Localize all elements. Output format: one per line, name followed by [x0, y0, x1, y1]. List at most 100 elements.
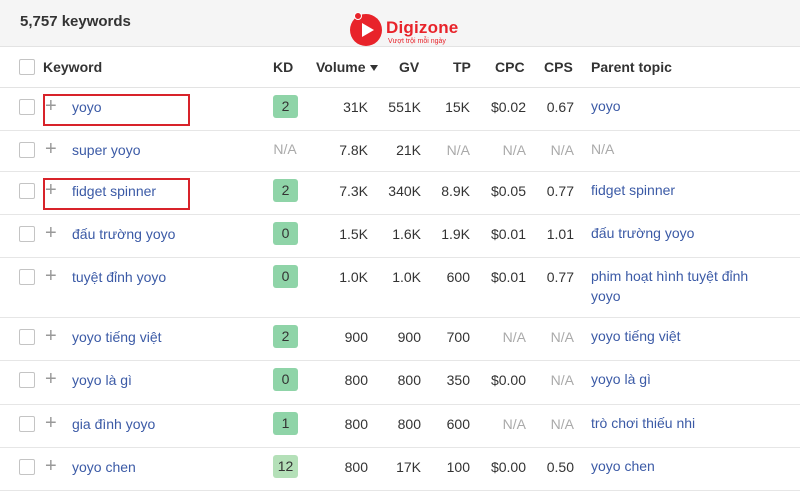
add-keyword-icon[interactable]: +: [45, 266, 57, 286]
row-checkbox[interactable]: [19, 269, 35, 285]
keyword-link[interactable]: yoyo là gì: [72, 372, 132, 388]
cell-gv: 21K: [396, 142, 421, 158]
kd-badge: 0: [273, 368, 298, 391]
parent-topic-link[interactable]: yoyo chen: [591, 456, 781, 476]
cell-volume: 800: [344, 416, 368, 432]
add-keyword-icon[interactable]: +: [45, 223, 57, 243]
keyword-count: 5,757 keywords: [20, 13, 131, 30]
col-cpc[interactable]: CPC: [495, 59, 525, 75]
cell-gv: 800: [397, 416, 421, 432]
cell-tp: 100: [446, 459, 470, 475]
keyword-link[interactable]: super yoyo: [72, 142, 140, 158]
add-keyword-icon[interactable]: +: [45, 326, 57, 346]
col-cps[interactable]: CPS: [544, 59, 573, 75]
cell-gv: 800: [397, 372, 421, 388]
parent-topic-link[interactable]: fidget spinner: [591, 180, 781, 200]
table-row[interactable]: + đấu trường yoyo 0 1.5K 1.6K 1.9K $0.01 1.01 đấ…: [0, 215, 800, 258]
table-row[interactable]: + super yoyo N/A 7.8K 21K N/A N/A N/A N/A: [0, 131, 800, 172]
cell-cpc: N/A: [502, 416, 526, 432]
add-keyword-icon[interactable]: +: [45, 369, 57, 389]
cell-cps: N/A: [550, 372, 574, 388]
col-volume[interactable]: Volume: [316, 59, 378, 75]
cell-tp: 700: [446, 329, 470, 345]
cell-cpc: $0.00: [490, 459, 526, 475]
parent-topic-link[interactable]: yoyo: [591, 96, 781, 116]
cell-tp: 8.9K: [441, 183, 470, 199]
cell-volume: 900: [344, 329, 368, 345]
cell-gv: 17K: [396, 459, 421, 475]
row-checkbox[interactable]: [19, 226, 35, 242]
row-checkbox[interactable]: [19, 459, 35, 475]
highlight-box: [43, 94, 190, 126]
row-checkbox[interactable]: [19, 183, 35, 199]
cell-tp: 15K: [445, 99, 470, 115]
add-keyword-icon[interactable]: +: [45, 139, 57, 159]
col-keyword[interactable]: Keyword: [43, 59, 102, 75]
col-kd[interactable]: KD: [273, 59, 293, 75]
cell-tp: 600: [446, 269, 470, 285]
col-gv[interactable]: GV: [399, 59, 419, 75]
cell-tp: 600: [446, 416, 470, 432]
parent-topic-link: N/A: [591, 141, 615, 157]
cell-volume: 7.8K: [339, 142, 368, 158]
cell-volume: 7.3K: [339, 183, 368, 199]
cell-cps: 0.77: [546, 183, 574, 199]
cell-volume: 31K: [343, 99, 368, 115]
kd-badge: 2: [273, 179, 298, 202]
keyword-link[interactable]: tuyệt đỉnh yoyo: [72, 269, 166, 285]
cell-gv: 340K: [388, 183, 421, 199]
cell-cpc: $0.02: [490, 99, 526, 115]
cell-gv: 1.6K: [392, 226, 421, 242]
table-row[interactable]: + yoyo là gì 0 800 800 350 $0.00 N/A yoyo là gì: [0, 361, 800, 405]
row-checkbox[interactable]: [19, 372, 35, 388]
cell-cps: N/A: [550, 329, 574, 345]
keyword-link[interactable]: yoyo tiếng việt: [72, 329, 162, 345]
results-summary-bar: 5,757 keywords Digizone Vượt trội mỗi ng…: [0, 0, 800, 47]
keyword-link[interactable]: yoyo chen: [72, 459, 136, 475]
cell-tp: N/A: [446, 142, 470, 158]
cell-volume: 1.0K: [339, 269, 368, 285]
row-checkbox[interactable]: [19, 142, 35, 158]
table-row[interactable]: + yoyo tiếng việt 2 900 900 700 N/A N/A yoyo tiế…: [0, 318, 800, 361]
table-header: Keyword KD Volume GV TP CPC CPS Parent t…: [0, 47, 800, 88]
digizone-logo: Digizone Vượt trội mỗi ngày: [350, 12, 480, 46]
highlight-box: [43, 178, 190, 210]
cell-cps: 0.50: [546, 459, 574, 475]
col-tp[interactable]: TP: [453, 59, 471, 75]
cell-cpc: $0.00: [490, 372, 526, 388]
table-row[interactable]: + tuyệt đỉnh yoyo 0 1.0K 1.0K 600 $0.01 0.77 phi…: [0, 258, 800, 318]
cell-cpc: $0.01: [490, 226, 526, 242]
keyword-link[interactable]: gia đình yoyo: [72, 416, 155, 432]
parent-topic-link[interactable]: đấu trường yoyo: [591, 223, 781, 243]
parent-topic-link[interactable]: trò chơi thiếu nhi: [591, 413, 781, 433]
row-checkbox[interactable]: [19, 99, 35, 115]
keyword-link[interactable]: đấu trường yoyo: [72, 226, 175, 242]
cell-gv: 900: [397, 329, 421, 345]
table-row[interactable]: + yoyo chen 12 800 17K 100 $0.00 0.50 yoyo chen: [0, 448, 800, 491]
table-row[interactable]: + fidget spinner 2 7.3K 340K 8.9K $0.05 0.77 fid…: [0, 172, 800, 215]
col-parent-topic[interactable]: Parent topic: [591, 59, 672, 75]
add-keyword-icon[interactable]: +: [45, 413, 57, 433]
table-row[interactable]: + gia đình yoyo 1 800 800 600 N/A N/A trò chơi t…: [0, 405, 800, 448]
brand-tagline: Vượt trội mỗi ngày: [388, 38, 446, 45]
row-checkbox[interactable]: [19, 416, 35, 432]
cell-tp: 350: [446, 372, 470, 388]
cell-tp: 1.9K: [441, 226, 470, 242]
cell-volume: 800: [344, 459, 368, 475]
cell-cps: 0.67: [546, 99, 574, 115]
cell-volume: 800: [344, 372, 368, 388]
cell-cpc: N/A: [502, 329, 526, 345]
parent-topic-link[interactable]: phim hoạt hình tuyệt đỉnh yoyo: [591, 266, 781, 306]
cell-cps: N/A: [550, 142, 574, 158]
kd-badge: 2: [273, 325, 298, 348]
cell-cpc: $0.01: [490, 269, 526, 285]
table-row[interactable]: + yoyo 2 31K 551K 15K $0.02 0.67 yoyo: [0, 88, 800, 131]
select-all-checkbox[interactable]: [19, 59, 35, 75]
kd-badge: 0: [273, 265, 298, 288]
parent-topic-link[interactable]: yoyo là gì: [591, 369, 781, 389]
row-checkbox[interactable]: [19, 329, 35, 345]
add-keyword-icon[interactable]: +: [45, 456, 57, 476]
col-volume-label: Volume: [316, 59, 366, 75]
cell-gv: 1.0K: [392, 269, 421, 285]
parent-topic-link[interactable]: yoyo tiếng việt: [591, 326, 781, 346]
